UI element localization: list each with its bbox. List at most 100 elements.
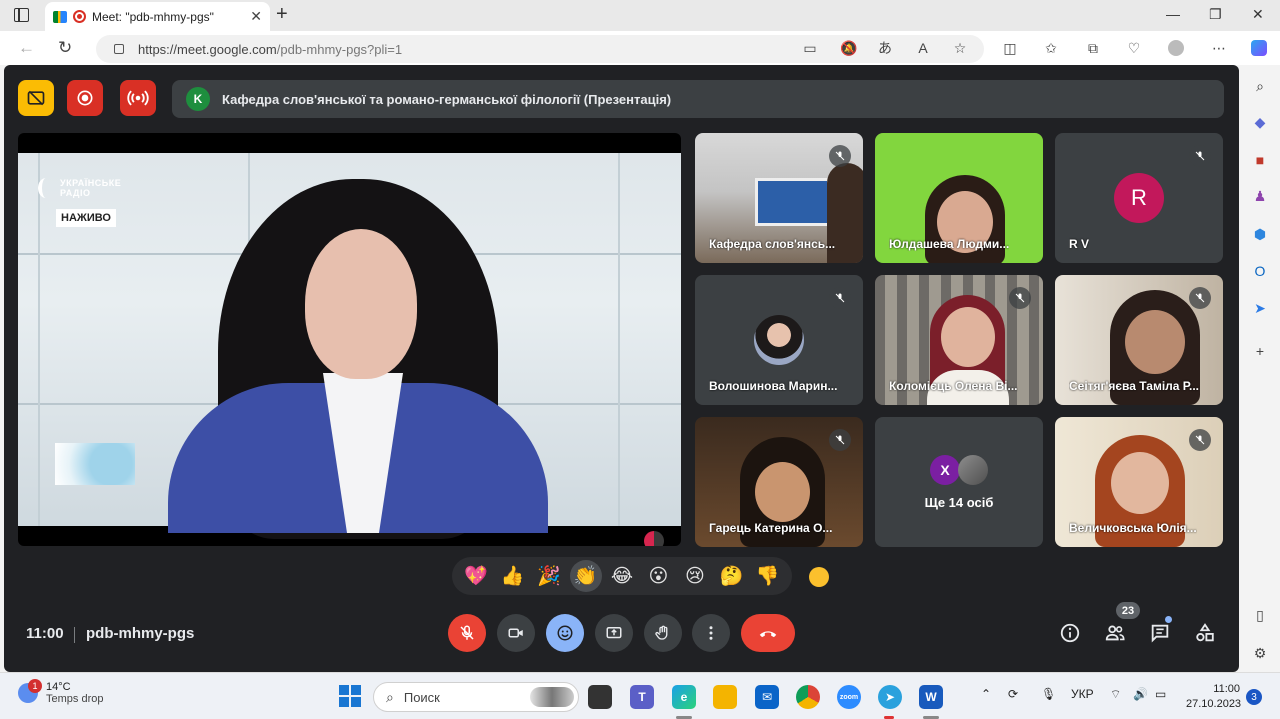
weather-widget[interactable]: 1 14°C Temps drop	[18, 679, 103, 705]
reaction-thumbs-up[interactable]: 👍	[497, 560, 529, 592]
camera-icon[interactable]: ▭	[802, 40, 818, 56]
taskbar-search[interactable]: ⌕ Поиск	[373, 682, 579, 712]
volume-icon[interactable]: 🔊	[1133, 687, 1148, 701]
chrome-icon[interactable]	[796, 685, 820, 709]
start-button[interactable]	[339, 685, 361, 707]
close-window-icon[interactable]: ✕	[1252, 6, 1264, 23]
maximize-icon[interactable]: ❐	[1209, 6, 1222, 23]
emoji-icon	[557, 625, 573, 641]
participant-tile[interactable]: Величковська Юлія...	[1055, 417, 1223, 547]
presenter-face	[305, 229, 417, 379]
minimize-icon[interactable]: —	[1166, 6, 1180, 22]
edge-icon[interactable]: e	[672, 685, 696, 709]
mic-off-icon	[1009, 287, 1031, 309]
reaction-clap[interactable]: 👏	[569, 560, 602, 592]
reaction-party[interactable]: 🎉	[533, 560, 565, 592]
participant-tile[interactable]: R R V	[1055, 133, 1223, 263]
sidebar-layout-icon[interactable]: ▯	[1251, 606, 1269, 624]
split-screen-icon[interactable]: ◫	[1002, 40, 1018, 56]
battery-icon[interactable]: ▭	[1155, 687, 1166, 701]
outlook-icon[interactable]: O	[1251, 262, 1269, 280]
participant-tile[interactable]: Юлдашева Людми...	[875, 133, 1043, 263]
people-button[interactable]	[1102, 620, 1128, 646]
close-tab-icon[interactable]: ✕	[250, 8, 262, 25]
reaction-sparkling-heart[interactable]: 💖	[460, 560, 492, 592]
participant-tile[interactable]: Сеітяг'яєва Таміла Р...	[1055, 275, 1223, 405]
participant-name: R V	[1069, 237, 1090, 251]
task-view-icon[interactable]	[588, 685, 612, 709]
participant-name: Величковська Юлія...	[1069, 521, 1197, 535]
search-icon[interactable]: ⌕	[1251, 77, 1269, 95]
favorite-star-icon[interactable]: ☆	[952, 40, 968, 56]
presentation-bar[interactable]: K Кафедра слов'янської та романо-германс…	[172, 80, 1224, 118]
translate-icon[interactable]: あ	[877, 40, 893, 56]
participant-avatar: X	[930, 454, 960, 485]
live-stream-button[interactable]	[120, 80, 156, 116]
collections-icon[interactable]: ⧉	[1085, 40, 1101, 56]
reaction-sad[interactable]: 😢	[679, 560, 711, 592]
leave-call-button[interactable]	[741, 614, 795, 652]
add-sidebar-icon[interactable]: +	[1251, 342, 1269, 360]
participant-tile[interactable]: Волошинова Марин...	[695, 275, 863, 405]
new-tab-button[interactable]: +	[276, 3, 288, 26]
captions-off-button[interactable]	[18, 80, 54, 116]
notification-badge[interactable]: 3	[1246, 689, 1262, 705]
more-participants-tile[interactable]: X Ще 14 осіб	[875, 417, 1043, 547]
favorites-icon[interactable]: ✩	[1043, 40, 1059, 56]
copilot-icon[interactable]	[1251, 40, 1267, 56]
microsoft365-icon[interactable]: ⬢	[1251, 225, 1269, 243]
microphone-toggle-button[interactable]	[448, 614, 486, 652]
activities-button[interactable]	[1192, 620, 1218, 646]
toolbox-icon[interactable]: ■	[1251, 151, 1269, 169]
main-presentation-video[interactable]: УКРАЇНСЬКЕ РАДІО НАЖИВО	[18, 133, 681, 546]
telegram-icon[interactable]: ➤	[878, 685, 902, 709]
participant-tile[interactable]: Гарець Катерина О...	[695, 417, 863, 547]
url-path: /pdb-mhmy-pgs?pli=1	[276, 41, 403, 57]
reaction-thumbs-down[interactable]: 👎	[752, 560, 784, 592]
send-icon[interactable]: ➤	[1251, 299, 1269, 317]
tag-icon[interactable]: ◆	[1251, 113, 1269, 131]
google-meet-icon	[53, 10, 67, 23]
present-screen-button[interactable]	[595, 614, 633, 652]
broadcast-dot-icon	[644, 531, 664, 546]
games-icon[interactable]: ♟	[1251, 187, 1269, 205]
show-hidden-icons-icon[interactable]: ⌃	[981, 687, 991, 701]
keyboard-language[interactable]: УКР	[1071, 687, 1094, 701]
reaction-surprised[interactable]: 😮	[642, 560, 674, 592]
mic-off-icon	[829, 145, 851, 167]
zoom-icon[interactable]: zoom	[837, 685, 861, 709]
settings-more-icon[interactable]: ⋯	[1211, 40, 1227, 56]
reaction-laugh[interactable]: 😂	[606, 560, 638, 592]
mail-icon[interactable]: ✉	[755, 685, 779, 709]
reaction-thinking[interactable]: 🤔	[715, 560, 747, 592]
browser-tab[interactable]: Meet: "pdb-mhmy-pgs" ✕	[45, 2, 270, 31]
gear-icon[interactable]: ⚙	[1251, 644, 1269, 662]
participant-tile[interactable]: Кафедра слов'янсь...	[695, 133, 863, 263]
chat-icon	[1151, 624, 1169, 643]
sidebar-toggle-icon[interactable]	[14, 8, 29, 22]
word-icon[interactable]: W	[919, 685, 943, 709]
raise-hand-button[interactable]	[644, 614, 682, 652]
more-options-button[interactable]	[692, 614, 730, 652]
wifi-icon[interactable]: ⌔	[1110, 687, 1121, 702]
notifications-blocked-icon[interactable]: 🔕	[840, 40, 857, 56]
profile-avatar[interactable]	[1168, 40, 1184, 56]
browser-essentials-icon[interactable]: ♡	[1126, 40, 1142, 56]
chat-button[interactable]	[1147, 620, 1173, 646]
microphone-icon[interactable]: 🎙	[1041, 687, 1056, 701]
meeting-details-button[interactable]	[1057, 620, 1083, 646]
skin-tone-selector[interactable]	[809, 567, 829, 587]
participant-name: Гарець Катерина О...	[709, 521, 833, 535]
refresh-icon[interactable]: ↻	[58, 38, 72, 58]
reactions-button[interactable]	[546, 614, 584, 652]
recording-button[interactable]	[67, 80, 103, 116]
file-explorer-icon[interactable]	[713, 685, 737, 709]
sync-icon[interactable]: ⟳	[1008, 687, 1018, 701]
participant-tile[interactable]: Коломієць Олена Ві...	[875, 275, 1043, 405]
read-aloud-icon[interactable]: A	[915, 40, 931, 56]
teams-icon[interactable]: T	[630, 685, 654, 709]
camera-toggle-button[interactable]	[497, 614, 535, 652]
system-clock[interactable]: 11:00 27.10.2023	[1186, 682, 1241, 712]
back-icon[interactable]: ←	[18, 38, 35, 58]
captions-off-icon	[27, 90, 45, 106]
